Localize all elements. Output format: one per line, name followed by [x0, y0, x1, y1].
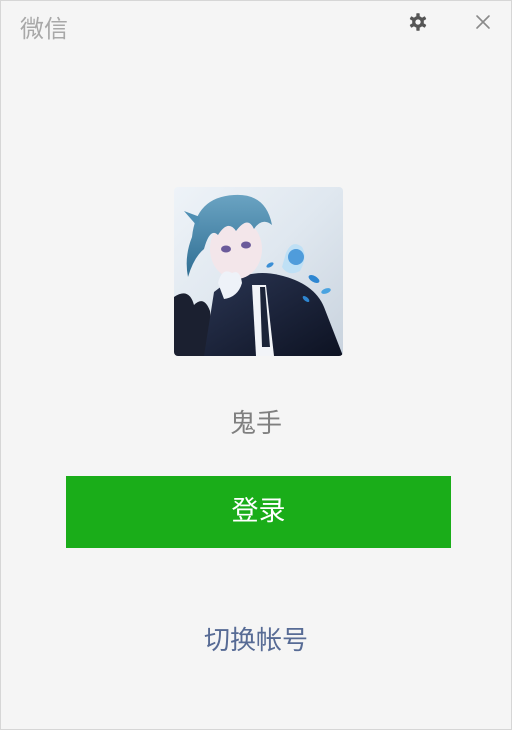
- login-button[interactable]: 登录: [66, 476, 451, 548]
- gear-icon: [408, 12, 428, 36]
- avatar: [174, 187, 343, 356]
- switch-account-link[interactable]: 切换帐号: [1, 623, 511, 659]
- close-icon: [475, 14, 491, 34]
- close-button[interactable]: [469, 10, 497, 38]
- settings-button[interactable]: [404, 10, 432, 38]
- nickname: 鬼手: [229, 409, 282, 439]
- wechat-login-window: 微信 鬼手 登录 切换帐号: [0, 0, 512, 730]
- app-title: 微信: [20, 15, 68, 43]
